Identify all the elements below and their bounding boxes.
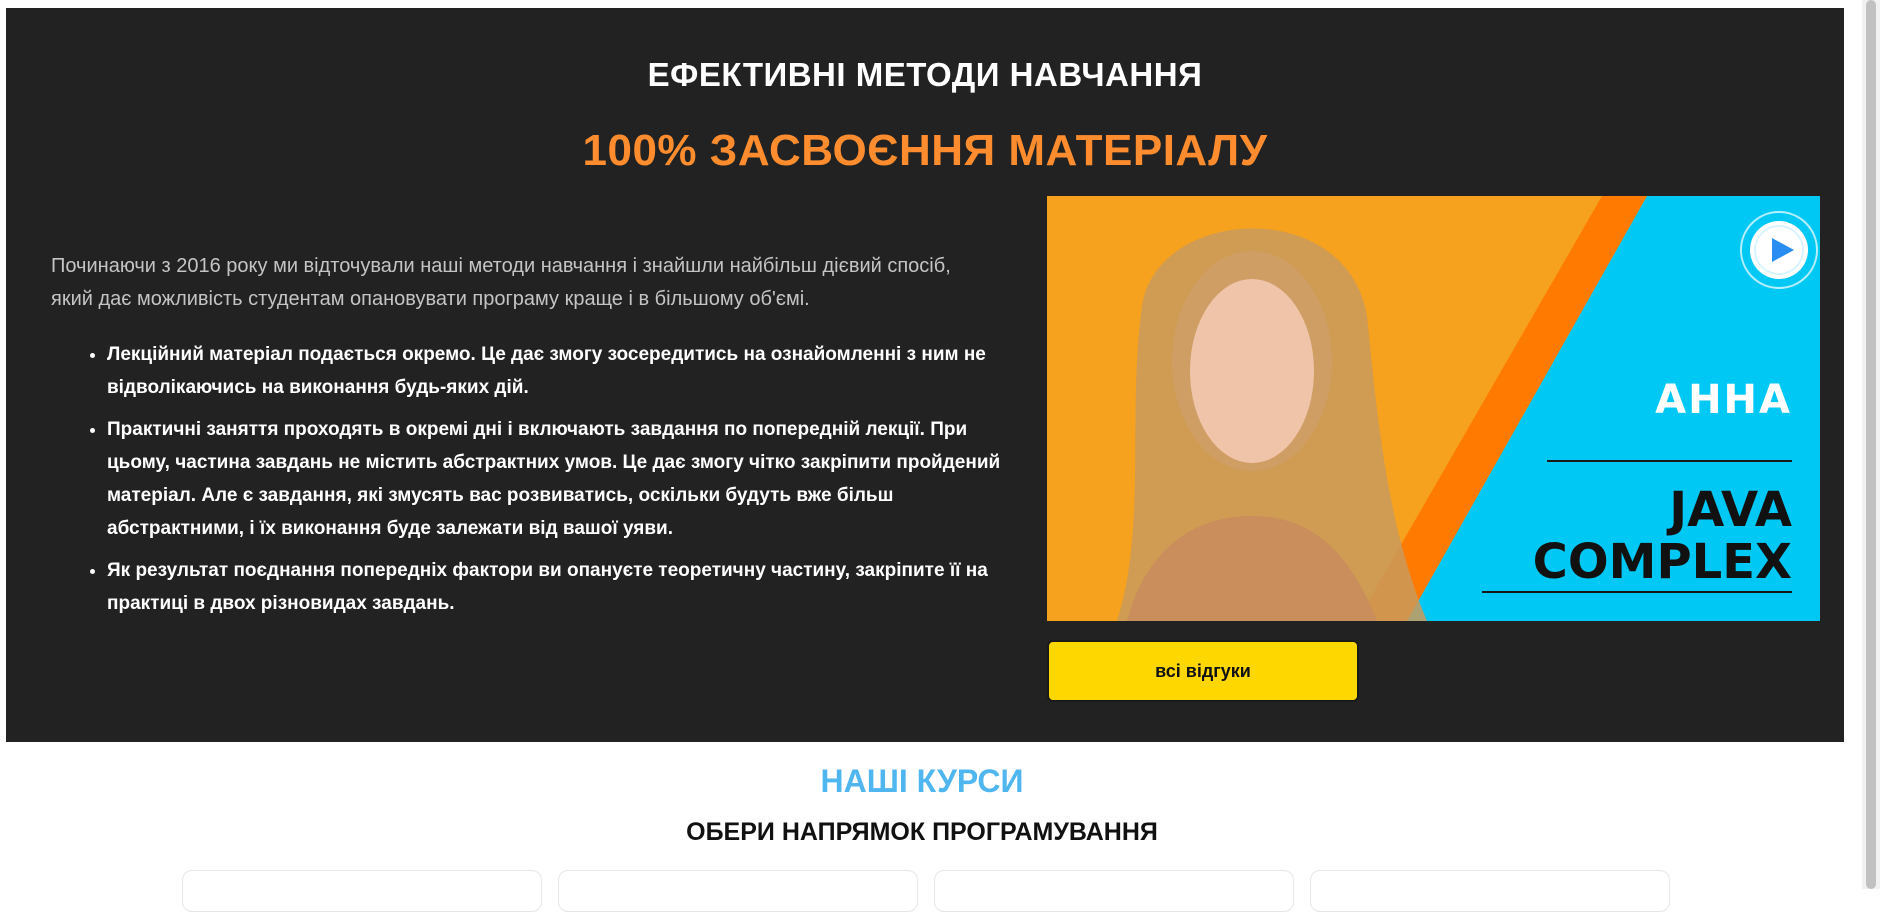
video-student-name: АННА [1655, 377, 1792, 423]
video-course-line: JAVA [1669, 482, 1792, 538]
review-video[interactable]: АННА JAVA COMPLEX [1047, 196, 1820, 621]
video-course-line: COMPLEX [1532, 534, 1792, 590]
course-card[interactable] [182, 870, 542, 912]
play-icon[interactable] [1739, 210, 1819, 290]
all-reviews-button[interactable]: всі відгуки [1047, 640, 1359, 702]
methods-intro: Починаючи з 2016 року ми відточували наш… [51, 255, 951, 310]
methods-list-item: Лекційний матеріал подається окремо. Це … [107, 338, 1007, 404]
scrollbar-thumb[interactable] [1866, 0, 1876, 889]
course-card[interactable] [558, 870, 918, 912]
courses-subtitle: ОБЕРИ НАПРЯМОК ПРОГРАМУВАННЯ [686, 818, 1158, 846]
methods-list: Лекційний матеріал подається окремо. Це … [51, 338, 1007, 629]
methods-list-item: Як результат поєднання попередніх фактор… [107, 554, 1007, 620]
course-card[interactable] [934, 870, 1294, 912]
courses-title: НАШІ КУРСИ [820, 763, 1024, 799]
methods-title: ЕФЕКТИВНІ МЕТОДИ НАВЧАННЯ [647, 56, 1203, 93]
course-card[interactable] [1310, 870, 1670, 912]
methods-list-item: Практичні заняття проходять в окремі дні… [107, 413, 1007, 545]
methods-subtitle: 100% ЗАСВОЄННЯ МАТЕРІАЛУ [582, 126, 1268, 175]
video-course-name: JAVA COMPLEX [1462, 484, 1792, 588]
